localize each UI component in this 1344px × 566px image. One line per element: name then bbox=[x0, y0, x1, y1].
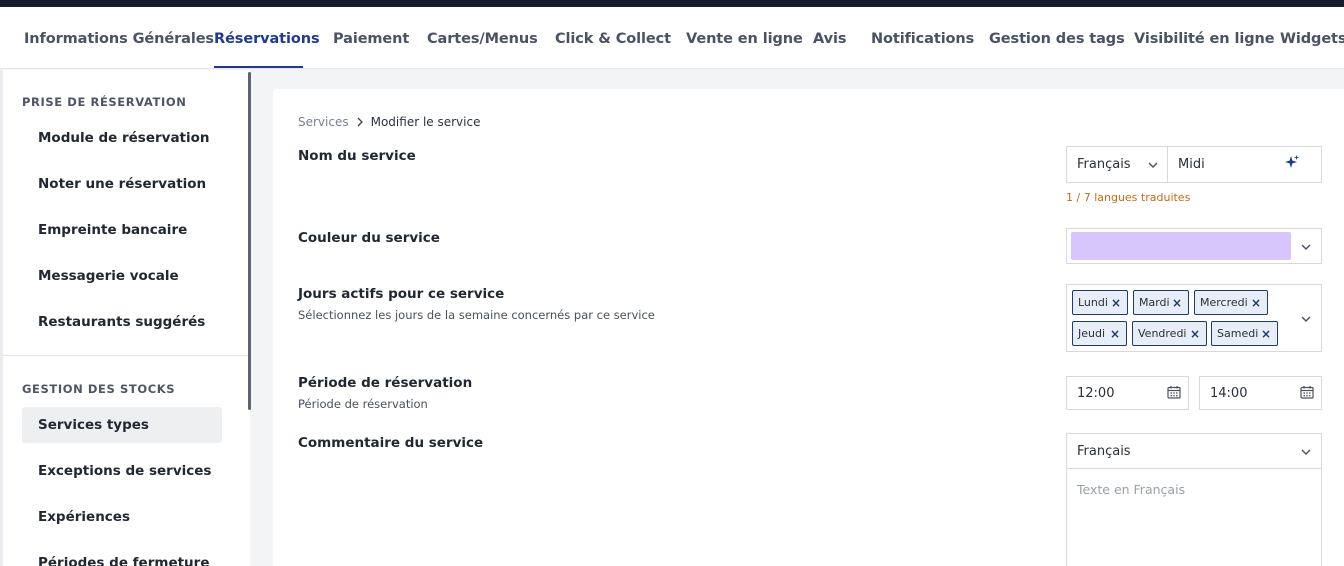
tab-vente-en-ligne[interactable]: Vente en ligne bbox=[686, 31, 803, 47]
close-icon[interactable]: × bbox=[1190, 327, 1200, 341]
start-time-input[interactable]: 12:00 bbox=[1066, 376, 1189, 410]
day-chip-samedi: Samedi × bbox=[1211, 321, 1278, 346]
chevron-right-icon bbox=[356, 117, 364, 127]
end-time-value: 14:00 bbox=[1210, 386, 1248, 401]
comment-label: Commentaire du service bbox=[298, 435, 484, 451]
day-chip-label: Mardi bbox=[1139, 296, 1170, 309]
breadcrumb-current: Modifier le service bbox=[370, 115, 481, 129]
translation-hint: 1 / 7 langues traduites bbox=[1066, 191, 1191, 204]
booking-period-description: Période de réservation bbox=[298, 397, 428, 411]
sidebar-scrollbar[interactable] bbox=[248, 72, 251, 410]
chevron-down-icon bbox=[1301, 449, 1311, 455]
color-swatch bbox=[1071, 232, 1291, 260]
day-chip-label: Samedi bbox=[1217, 327, 1259, 340]
active-days-label: Jours actifs pour ce service bbox=[298, 286, 505, 302]
day-chip-lundi: Lundi × bbox=[1072, 290, 1128, 315]
day-chip-vendredi: Vendredi × bbox=[1132, 321, 1207, 346]
service-name-language-select[interactable]: Français bbox=[1066, 146, 1168, 183]
calendar-icon[interactable] bbox=[1300, 385, 1314, 399]
tab-bar: Informations Générales Réservations Paie… bbox=[0, 7, 1344, 69]
end-time-input[interactable]: 14:00 bbox=[1199, 376, 1322, 410]
tab-widgets[interactable]: Widgets bbox=[1280, 31, 1344, 47]
sidebar-item-exceptions-de-services[interactable]: Exceptions de services bbox=[22, 453, 222, 489]
breadcrumb: Services Modifier le service bbox=[298, 115, 480, 129]
sidebar-item-experiences[interactable]: Expériences bbox=[22, 499, 222, 535]
sidebar-item-module-de-reservation[interactable]: Module de réservation bbox=[22, 120, 222, 156]
comment-placeholder: Texte en Français bbox=[1077, 482, 1186, 497]
day-chip-mercredi: Mercredi × bbox=[1194, 290, 1268, 315]
active-days-description: Sélectionnez les jours de la semaine con… bbox=[298, 308, 655, 322]
day-chip-label: Jeudi bbox=[1078, 327, 1106, 340]
comment-language-select[interactable]: Français bbox=[1066, 433, 1322, 469]
tab-visibilite-en-ligne[interactable]: Visibilité en ligne bbox=[1134, 31, 1275, 47]
chevron-down-icon bbox=[1301, 244, 1311, 250]
calendar-icon[interactable] bbox=[1167, 385, 1181, 399]
service-name-label: Nom du service bbox=[298, 148, 416, 164]
close-icon[interactable]: × bbox=[1261, 327, 1271, 341]
tab-notifications[interactable]: Notifications bbox=[871, 31, 974, 47]
day-chip-label: Lundi bbox=[1078, 296, 1108, 309]
chevron-down-icon bbox=[1148, 162, 1158, 168]
close-icon[interactable]: × bbox=[1110, 327, 1120, 341]
tab-cartes-menus[interactable]: Cartes/Menus bbox=[427, 31, 538, 47]
sparkle-icon[interactable] bbox=[1284, 154, 1300, 170]
sidebar-item-periodes-de-fermeture[interactable]: Périodes de fermeture bbox=[22, 545, 222, 566]
sidebar-heading-prise-de-reservation: PRISE DE RÉSERVATION bbox=[22, 95, 187, 109]
service-color-label: Couleur du service bbox=[298, 230, 440, 246]
start-time-value: 12:00 bbox=[1077, 386, 1115, 401]
chevron-down-icon bbox=[1301, 316, 1311, 322]
day-chip-label: Vendredi bbox=[1138, 327, 1187, 340]
sidebar-item-empreinte-bancaire[interactable]: Empreinte bancaire bbox=[22, 212, 222, 248]
close-icon[interactable]: × bbox=[1111, 296, 1121, 310]
sidebar-item-services-types[interactable]: Services types bbox=[22, 407, 222, 443]
sidebar-item-messagerie-vocale[interactable]: Messagerie vocale bbox=[22, 258, 222, 294]
day-chip-jeudi: Jeudi × bbox=[1072, 321, 1127, 346]
tab-paiement[interactable]: Paiement bbox=[333, 31, 409, 47]
day-chip-label: Mercredi bbox=[1200, 296, 1248, 309]
sidebar-item-noter-une-reservation[interactable]: Noter une réservation bbox=[22, 166, 222, 202]
tab-gestion-des-tags[interactable]: Gestion des tags bbox=[989, 31, 1125, 47]
tab-informations-generales[interactable]: Informations Générales bbox=[24, 31, 214, 47]
comment-language-value: Français bbox=[1077, 444, 1131, 459]
service-name-input[interactable]: Midi bbox=[1167, 146, 1322, 183]
service-name-value: Midi bbox=[1178, 157, 1205, 172]
sidebar: PRISE DE RÉSERVATION Module de réservati… bbox=[0, 70, 250, 566]
tab-reservations[interactable]: Réservations bbox=[214, 31, 320, 47]
close-icon[interactable]: × bbox=[1251, 296, 1261, 310]
service-name-language-value: Français bbox=[1077, 157, 1131, 172]
top-strip bbox=[0, 0, 1344, 7]
sidebar-divider bbox=[3, 355, 250, 356]
active-tab-indicator bbox=[214, 66, 303, 68]
day-chip-mardi: Mardi × bbox=[1133, 290, 1189, 315]
sidebar-heading-gestion-des-stocks: GESTION DES STOCKS bbox=[22, 382, 176, 396]
tab-click-collect[interactable]: Click & Collect bbox=[555, 31, 671, 47]
close-icon[interactable]: × bbox=[1172, 296, 1182, 310]
breadcrumb-services-link[interactable]: Services bbox=[298, 115, 349, 129]
sidebar-item-restaurants-suggeres[interactable]: Restaurants suggérés bbox=[22, 304, 222, 340]
booking-period-label: Période de réservation bbox=[298, 375, 473, 391]
tab-avis[interactable]: Avis bbox=[813, 31, 846, 47]
